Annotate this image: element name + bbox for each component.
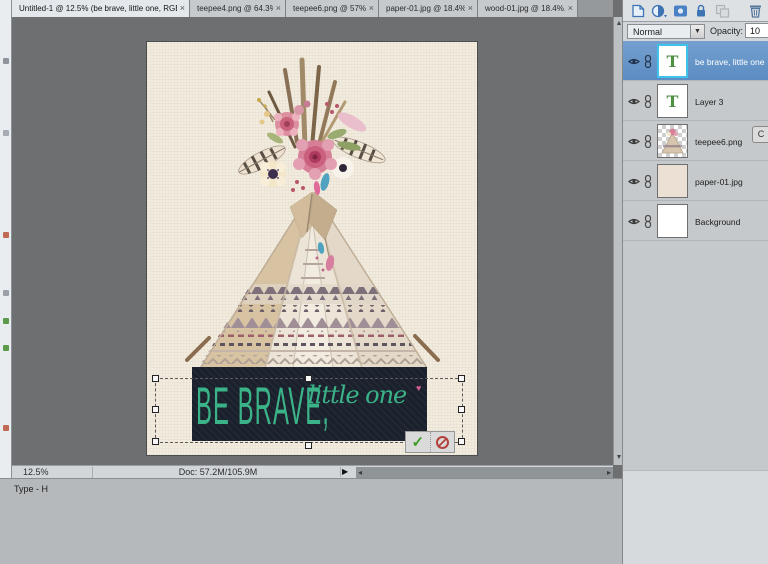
layer-row-teepee6[interactable]: teepee6.png [623, 121, 768, 161]
tab-paper-01[interactable]: paper-01.jpg @ 18.4%... × [379, 0, 478, 17]
tab-label: wood-01.jpg @ 18.4%... [485, 4, 565, 13]
toolbox-partial-icon[interactable] [3, 58, 9, 64]
close-icon[interactable]: × [369, 4, 374, 13]
blend-mode-select[interactable]: Normal ▼ [627, 24, 705, 39]
layer-row-be-brave[interactable]: T be brave, little one [623, 41, 768, 81]
text-layer-thumbnail[interactable]: T [657, 84, 688, 118]
layer-name: Layer 3 [695, 97, 724, 107]
eye-icon[interactable] [628, 217, 640, 226]
eye-icon[interactable] [628, 57, 640, 66]
text-layer-thumbnail[interactable]: T [657, 44, 688, 78]
document-tab-bar: Untitled-1 @ 12.5% (be brave, little one… [12, 0, 613, 17]
opacity-field[interactable]: 10 [745, 23, 768, 38]
handle-top-center[interactable] [305, 375, 312, 382]
trash-icon[interactable] [749, 3, 762, 18]
layers-panel-toolbar [623, 0, 768, 22]
tab-untitled-1[interactable]: Untitled-1 @ 12.5% (be brave, little one… [12, 0, 190, 17]
toolbox-partial-icon[interactable] [3, 345, 9, 351]
commit-bar: ✓ [405, 431, 455, 453]
status-menu-arrow-icon[interactable]: ▶ [342, 467, 348, 476]
toolbox-partial-icon[interactable] [3, 130, 9, 136]
tooltip-fragment: C [752, 126, 768, 143]
layer-name: Background [695, 217, 741, 227]
eye-icon[interactable] [628, 137, 640, 146]
image-layer-thumbnail[interactable] [657, 124, 688, 158]
photoshop-elements-window: Untitled-1 @ 12.5% (be brave, little one… [0, 0, 768, 564]
close-icon[interactable]: × [180, 4, 185, 13]
layers-panel-footer [623, 470, 768, 564]
commit-button[interactable]: ✓ [406, 432, 431, 452]
close-icon[interactable]: × [568, 4, 573, 13]
background-layer-thumbnail[interactable] [657, 204, 688, 238]
adjustment-layer-icon[interactable] [651, 4, 668, 18]
handle-bottom-center[interactable] [305, 442, 312, 449]
toolbox-partial-icon[interactable] [3, 425, 9, 431]
handle-bottom-right[interactable] [458, 438, 465, 445]
tab-teepee4[interactable]: teepee4.png @ 64.3%... × [190, 0, 286, 17]
document-size-info: Doc: 57.2M/105.9M [96, 467, 341, 477]
tab-label: paper-01.jpg @ 18.4%... [386, 4, 465, 13]
link-icon[interactable] [644, 135, 652, 148]
layer-name: paper-01.jpg [695, 177, 743, 187]
link-icon[interactable] [644, 175, 652, 188]
layer-name: teepee6.png [695, 137, 743, 147]
tab-teepee6[interactable]: teepee6.png @ 57% (... × [286, 0, 379, 17]
horizontal-scrollbar[interactable]: ◂ ▸ [356, 467, 613, 478]
status-bar: 12.5% Doc: 57.2M/105.9M ▶ ◂ ▸ [12, 465, 613, 478]
toolbox-partial-icon[interactable] [3, 290, 9, 296]
eye-icon[interactable] [628, 177, 640, 186]
document-canvas[interactable]: BE BRAVE, little one ♥ ✓ [147, 42, 477, 455]
layer-row-layer-3[interactable]: T Layer 3 [623, 81, 768, 121]
tab-label: Untitled-1 @ 12.5% (be brave, little one… [19, 4, 177, 13]
tool-options-title: Type - H [14, 484, 49, 494]
layers-list: T be brave, little one T Layer 3 teepee6… [623, 41, 768, 470]
frame-layer-icon[interactable] [673, 4, 688, 18]
duplicate-layer-icon[interactable] [715, 4, 730, 18]
tool-options-bar: Type - H T ↓ T T ↓ T T T T Agency FB ▼ R… [0, 478, 622, 564]
thumbnail-art [661, 128, 684, 154]
checkmark-icon: ✓ [411, 434, 425, 451]
toolbox-partial-icon[interactable] [3, 318, 9, 324]
toolbox-edge [0, 0, 12, 478]
cancel-button[interactable] [431, 432, 455, 452]
tab-label: teepee6.png @ 57% (... [293, 4, 366, 13]
eye-icon[interactable] [628, 97, 640, 106]
link-icon[interactable] [644, 215, 652, 228]
cancel-icon [435, 435, 449, 449]
layer-controls-row: Normal ▼ Opacity: 10 [623, 21, 768, 41]
canvas-work-area[interactable]: BE BRAVE, little one ♥ ✓ [12, 17, 613, 465]
close-icon[interactable]: × [468, 4, 473, 13]
layer-name: be brave, little one [695, 57, 765, 67]
tab-wood-01[interactable]: wood-01.jpg @ 18.4%... × [478, 0, 578, 17]
handle-top-left[interactable] [152, 375, 159, 382]
scroll-left-icon[interactable]: ◂ [358, 468, 362, 477]
layer-row-background[interactable]: Background [623, 201, 768, 241]
handle-mid-right[interactable] [458, 406, 465, 413]
handle-bottom-left[interactable] [152, 438, 159, 445]
scroll-right-icon[interactable]: ▸ [607, 468, 611, 477]
layer-row-paper-01[interactable]: paper-01.jpg [623, 161, 768, 201]
handle-top-right[interactable] [458, 375, 465, 382]
toolbox-partial-icon[interactable] [3, 232, 9, 238]
zoom-level-field[interactable]: 12.5% [15, 467, 93, 478]
handle-mid-left[interactable] [152, 406, 159, 413]
image-layer-thumbnail[interactable] [657, 164, 688, 198]
layers-panel: Normal ▼ Opacity: 10 T be brave, little … [622, 0, 768, 564]
close-icon[interactable]: × [276, 4, 281, 13]
opacity-label: Opacity: [710, 26, 744, 36]
dropdown-icon[interactable]: ▼ [690, 25, 704, 38]
link-icon[interactable] [644, 55, 652, 68]
blend-mode-value: Normal [633, 27, 663, 37]
lock-icon[interactable] [694, 3, 708, 18]
link-icon[interactable] [644, 95, 652, 108]
new-layer-icon[interactable] [630, 4, 645, 18]
tab-label: teepee4.png @ 64.3%... [197, 4, 273, 13]
